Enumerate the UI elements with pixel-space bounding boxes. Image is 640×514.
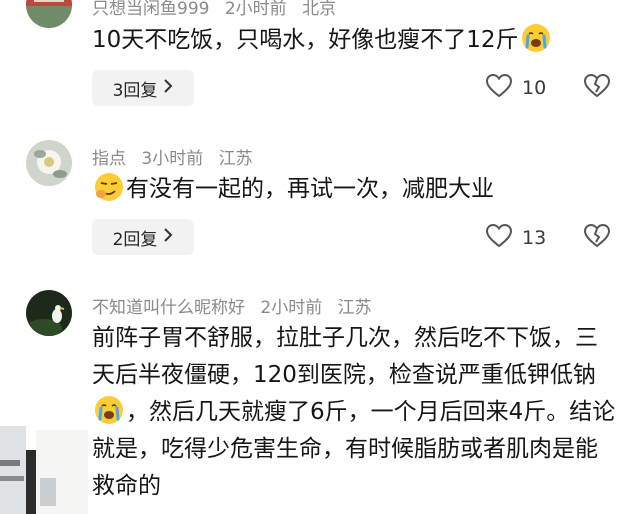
avatar[interactable] [26, 290, 72, 336]
view-replies-button[interactable]: 3回复 [92, 70, 194, 106]
location: 江苏 [218, 149, 253, 169]
location: 江苏 [337, 298, 372, 318]
chevron-right-icon [163, 79, 173, 97]
username[interactable]: 指点 [92, 149, 126, 169]
crying-face-icon [94, 395, 124, 425]
dislike-button[interactable] [583, 73, 611, 102]
timestamp: 3小时前 [141, 149, 204, 169]
location: 北京 [302, 0, 337, 19]
timestamp: 2小时前 [224, 0, 287, 19]
like-count: 13 [522, 227, 547, 249]
photo-fragment [0, 420, 88, 514]
crying-face-icon [521, 23, 551, 53]
heart-outline-icon [485, 73, 513, 102]
comment-meta: 指点 3小时前 江苏 [92, 144, 263, 169]
like-count: 10 [522, 77, 547, 99]
view-replies-button[interactable]: 2回复 [92, 219, 194, 255]
smirking-face-icon [94, 172, 124, 202]
like-button[interactable]: 13 [485, 223, 547, 252]
broken-heart-icon [583, 73, 611, 102]
broken-heart-icon [583, 223, 611, 252]
comment-text: 有没有一起的，再试一次，减肥大业 [92, 171, 617, 208]
username[interactable]: 只想当闲鱼999 [92, 0, 209, 19]
comment-text: 前阵子胃不舒服，拉肚子几次，然后吃不下饭，三天后半夜僵硬，120到医院，检查说严… [92, 325, 616, 499]
avatar[interactable] [26, 140, 72, 186]
comment-meta: 不知道叫什么昵称好 2小时前 江苏 [92, 293, 382, 318]
dislike-button[interactable] [583, 223, 611, 252]
chevron-right-icon [163, 228, 173, 246]
comment-text: 10天不吃饭，只喝水，好像也瘦不了12斤 [92, 22, 617, 59]
avatar[interactable] [26, 0, 72, 28]
timestamp: 2小时前 [260, 298, 323, 318]
username[interactable]: 不知道叫什么昵称好 [92, 298, 245, 318]
like-button[interactable]: 10 [485, 73, 547, 102]
heart-outline-icon [485, 223, 513, 252]
comment-meta: 只想当闲鱼999 2小时前 北京 [92, 0, 346, 19]
